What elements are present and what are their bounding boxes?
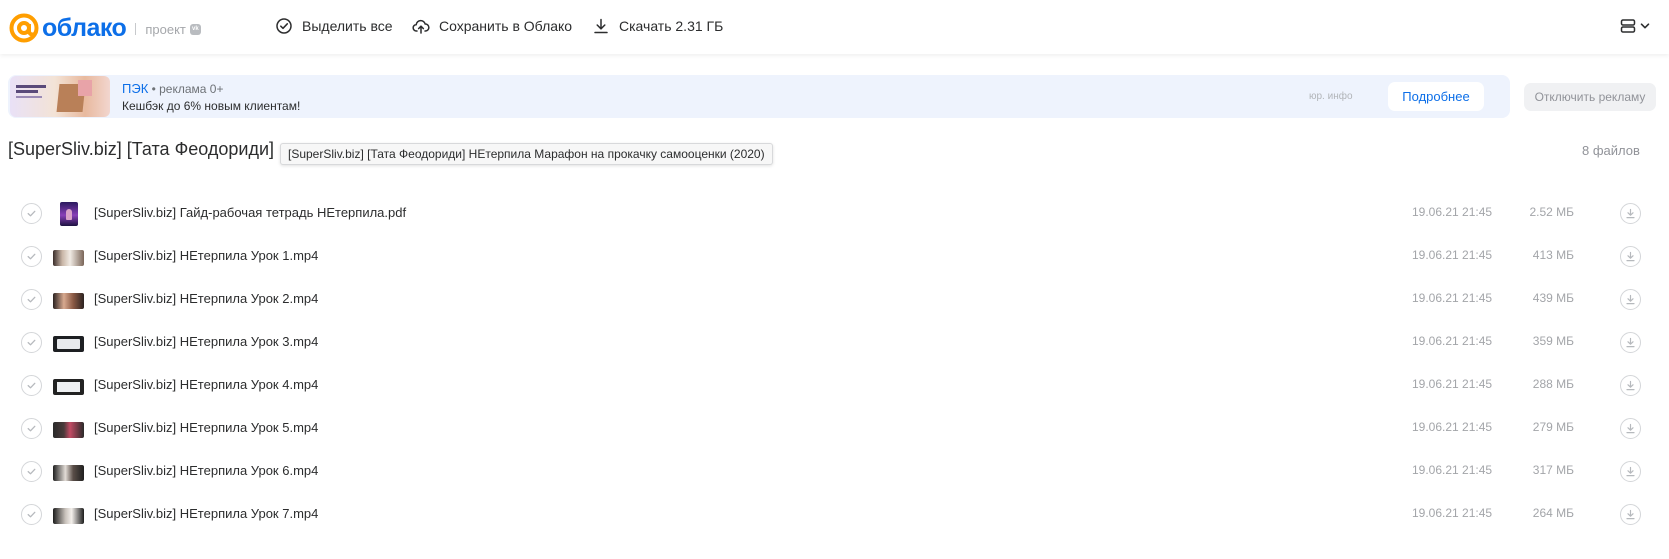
- view-toggle-button[interactable]: [1620, 18, 1651, 34]
- top-header: облако проект vk Выделить все Сохранить …: [0, 0, 1669, 54]
- download-icon: [1626, 423, 1635, 434]
- folder-title-tooltip: [SuperSliv.biz] [Тата Феодориди] НЕтерпи…: [280, 143, 773, 165]
- video-thumbnail: [53, 250, 84, 266]
- file-row[interactable]: [SuperSliv.biz] НЕтерпила Урок 7.mp4 19.…: [0, 493, 1669, 536]
- logo-text: облако: [42, 14, 127, 42]
- download-icon: [1626, 251, 1635, 262]
- file-row[interactable]: [SuperSliv.biz] НЕтерпила Урок 4.mp4 19.…: [0, 364, 1669, 407]
- project-label: проект: [145, 21, 186, 37]
- check-icon: [27, 253, 36, 260]
- cloud-logo[interactable]: облако проект vk: [8, 12, 201, 44]
- file-name[interactable]: [SuperSliv.biz] НЕтерпила Урок 7.mp4: [94, 506, 318, 521]
- file-row[interactable]: [SuperSliv.biz] НЕтерпила Урок 5.mp4 19.…: [0, 407, 1669, 450]
- download-icon: [1626, 509, 1635, 520]
- check-icon: [27, 468, 36, 475]
- download-icon: [1626, 294, 1635, 305]
- file-size: 317 МБ: [1532, 463, 1574, 477]
- file-name[interactable]: [SuperSliv.biz] НЕтерпила Урок 5.mp4: [94, 420, 318, 435]
- download-file-button[interactable]: [1620, 332, 1641, 353]
- video-thumbnail: [53, 422, 84, 438]
- save-to-cloud-button[interactable]: Сохранить в Облако: [412, 17, 572, 35]
- video-thumbnail: [53, 293, 84, 309]
- file-row[interactable]: [SuperSliv.biz] НЕтерпила Урок 1.mp4 19.…: [0, 235, 1669, 278]
- download-file-button[interactable]: [1620, 375, 1641, 396]
- ad-meta: • реклама 0+: [148, 82, 224, 96]
- video-thumbnail: [53, 336, 84, 352]
- view-toggle-icon: [1620, 19, 1636, 33]
- file-name[interactable]: [SuperSliv.biz] НЕтерпила Урок 4.mp4: [94, 377, 318, 392]
- video-thumbnail: [53, 465, 84, 481]
- download-all-button[interactable]: Скачать 2.31 ГБ: [592, 17, 723, 35]
- check-icon: [27, 339, 36, 346]
- row-checkbox[interactable]: [21, 375, 42, 396]
- select-all-label: Выделить все: [302, 18, 393, 34]
- file-list: [SuperSliv.biz] Гайд-рабочая тетрадь НЕт…: [0, 192, 1669, 536]
- check-icon: [27, 511, 36, 518]
- folder-title: [SuperSliv.biz] [Тата Феодориди]: [8, 139, 275, 159]
- ad-legal-info[interactable]: юр. инфо: [1309, 91, 1353, 102]
- download-file-button[interactable]: [1620, 418, 1641, 439]
- ad-title[interactable]: ПЭК • реклама 0+: [122, 81, 223, 96]
- download-icon: [594, 18, 608, 34]
- download-file-button[interactable]: [1620, 246, 1641, 267]
- file-size: 288 МБ: [1532, 377, 1574, 391]
- file-row[interactable]: [SuperSliv.biz] Гайд-рабочая тетрадь НЕт…: [0, 192, 1669, 235]
- ad-image[interactable]: [10, 76, 110, 117]
- file-row[interactable]: [SuperSliv.biz] НЕтерпила Урок 3.mp4 19.…: [0, 321, 1669, 364]
- ad-description: Кешбэк до 6% новым клиентам!: [122, 99, 301, 113]
- pdf-thumbnail: [60, 202, 78, 226]
- file-name[interactable]: [SuperSliv.biz] НЕтерпила Урок 1.mp4: [94, 248, 318, 263]
- download-all-label: Скачать 2.31 ГБ: [619, 18, 724, 34]
- cloud-upload-icon: [412, 19, 430, 34]
- disable-ads-button[interactable]: Отключить рекламу: [1524, 83, 1656, 111]
- file-name[interactable]: [SuperSliv.biz] НЕтерпила Урок 3.mp4: [94, 334, 318, 349]
- at-logo-icon: [9, 13, 39, 43]
- row-checkbox[interactable]: [21, 504, 42, 525]
- save-to-cloud-label: Сохранить в Облако: [439, 18, 573, 34]
- file-size: 439 МБ: [1532, 291, 1574, 305]
- download-icon: [1626, 466, 1635, 477]
- ad-brand[interactable]: ПЭК: [122, 81, 148, 96]
- select-all-button[interactable]: Выделить все: [275, 17, 393, 35]
- check-icon: [27, 382, 36, 389]
- file-name[interactable]: [SuperSliv.biz] НЕтерпила Урок 6.mp4: [94, 463, 318, 478]
- file-name[interactable]: [SuperSliv.biz] НЕтерпила Урок 2.mp4: [94, 291, 318, 306]
- file-row[interactable]: [SuperSliv.biz] НЕтерпила Урок 2.mp4 19.…: [0, 278, 1669, 321]
- file-size: 264 МБ: [1532, 506, 1574, 520]
- ad-more-button[interactable]: Подробнее: [1388, 82, 1484, 111]
- chevron-down-icon: [1640, 23, 1650, 29]
- download-icon: [1626, 208, 1635, 219]
- video-thumbnail: [53, 379, 84, 395]
- row-checkbox[interactable]: [21, 246, 42, 267]
- check-icon: [27, 210, 36, 217]
- download-icon: [1626, 337, 1635, 348]
- file-size: 279 МБ: [1532, 420, 1574, 434]
- file-size: 2.52 МБ: [1529, 205, 1574, 219]
- download-file-button[interactable]: [1620, 504, 1641, 525]
- ad-banner[interactable]: ПЭК • реклама 0+ Кешбэк до 6% новым клие…: [8, 75, 1510, 118]
- row-checkbox[interactable]: [21, 289, 42, 310]
- logo-divider: [135, 23, 137, 35]
- download-icon: [1626, 380, 1635, 391]
- check-icon: [27, 296, 36, 303]
- video-thumbnail: [53, 508, 84, 524]
- row-checkbox[interactable]: [21, 461, 42, 482]
- file-name[interactable]: [SuperSliv.biz] Гайд-рабочая тетрадь НЕт…: [94, 205, 406, 220]
- file-row[interactable]: [SuperSliv.biz] НЕтерпила Урок 6.mp4 19.…: [0, 450, 1669, 493]
- row-checkbox[interactable]: [21, 203, 42, 224]
- file-size: 413 МБ: [1532, 248, 1574, 262]
- file-count: 8 файлов: [1582, 143, 1640, 158]
- download-file-button[interactable]: [1620, 203, 1641, 224]
- download-file-button[interactable]: [1620, 289, 1641, 310]
- check-circle-icon: [276, 18, 292, 34]
- check-icon: [27, 425, 36, 432]
- vk-badge-icon: vk: [189, 23, 201, 35]
- row-checkbox[interactable]: [21, 418, 42, 439]
- download-file-button[interactable]: [1620, 461, 1641, 482]
- file-size: 359 МБ: [1532, 334, 1574, 348]
- row-checkbox[interactable]: [21, 332, 42, 353]
